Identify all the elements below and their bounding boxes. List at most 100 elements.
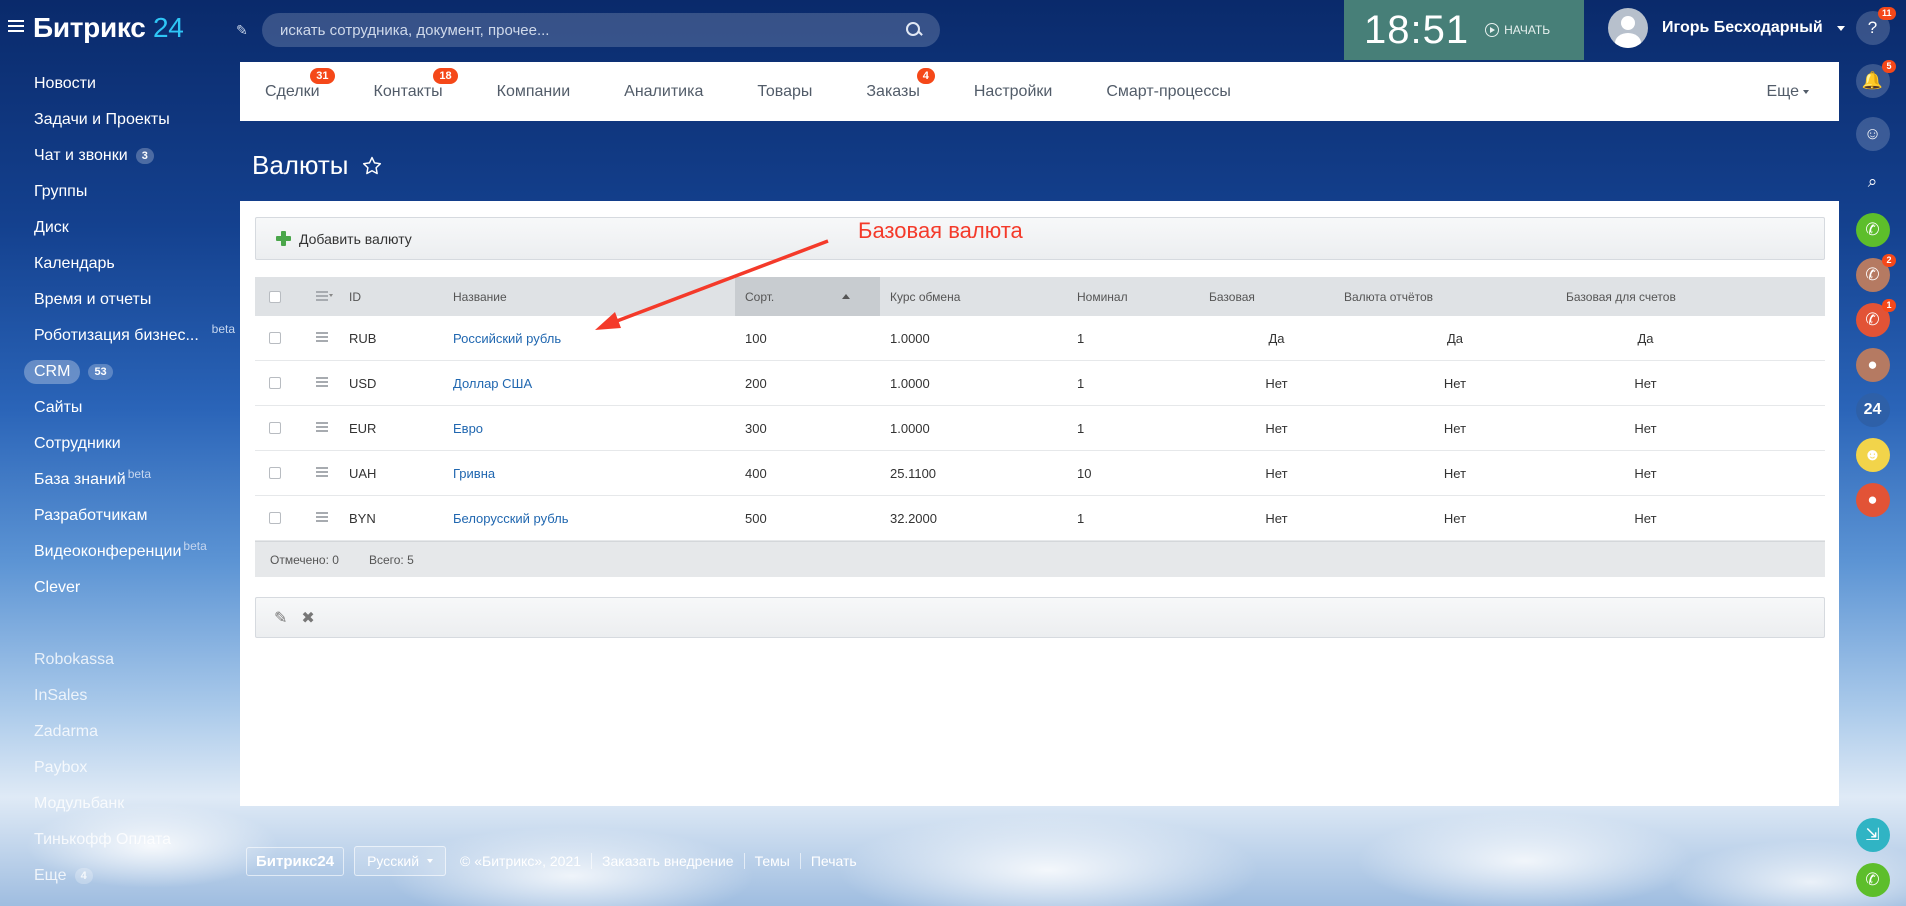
search-bar[interactable]	[262, 13, 940, 47]
col-header-nominal[interactable]: Номинал	[1067, 290, 1209, 304]
row-checkbox[interactable]	[269, 377, 281, 389]
menu-item-robotization[interactable]: Роботизация бизнес... beta	[0, 318, 240, 354]
call-contact-icon[interactable]: ✆ 2	[1855, 254, 1896, 292]
col-header-rate[interactable]: Курс обмена	[880, 290, 1067, 304]
order-link[interactable]: Заказать внедрение	[602, 853, 734, 869]
table-row[interactable]: BYN Белорусский рубль 500 32.2000 1 Нет …	[255, 496, 1825, 541]
missed-call-icon[interactable]: ✆ 1	[1855, 299, 1896, 337]
tab-settings[interactable]: Настройки	[947, 62, 1079, 121]
table-row[interactable]: EUR Евро 300 1.0000 1 Нет Нет Нет	[255, 406, 1825, 451]
tab-deals[interactable]: Сделки 31	[240, 62, 347, 121]
menu-toggle-icon[interactable]	[8, 20, 24, 33]
call-icon[interactable]: ✆	[1855, 863, 1890, 897]
search-icon[interactable]: ⌕	[1856, 165, 1890, 199]
user-avatar-icon[interactable]: ☻	[1855, 438, 1890, 472]
footer-logo[interactable]: Битрикс24	[246, 846, 345, 876]
col-header-id[interactable]: ID	[349, 290, 453, 304]
bitrix24-icon[interactable]: 24	[1855, 393, 1890, 427]
menu-item-time-reports[interactable]: Время и отчеты	[0, 282, 240, 318]
col-header-accounts[interactable]: Базовая для счетов	[1566, 290, 1825, 304]
menu-item-zadarma[interactable]: Zadarma	[0, 714, 240, 750]
currency-link[interactable]: Российский рубль	[453, 331, 561, 346]
table-row[interactable]: UAH Гривна 400 25.1100 10 Нет Нет Нет	[255, 451, 1825, 496]
menu-item-more[interactable]: Еще 4	[0, 858, 240, 894]
menu-item-calendar[interactable]: Календарь	[0, 246, 240, 282]
column-settings-icon[interactable]	[316, 290, 333, 303]
messenger-icon[interactable]: ☺	[1855, 117, 1890, 151]
user-name[interactable]: Игорь Бесходарный	[1662, 19, 1823, 37]
currency-link[interactable]: Доллар США	[453, 376, 532, 391]
row-checkbox[interactable]	[269, 512, 281, 524]
col-header-report[interactable]: Валюта отчётов	[1344, 290, 1566, 304]
menu-item-tasks[interactable]: Задачи и Проекты	[0, 102, 240, 138]
themes-link[interactable]: Темы	[755, 853, 790, 869]
counter-badge: 53	[88, 364, 113, 380]
add-currency-button[interactable]: Добавить валюту	[255, 217, 1825, 260]
menu-item-modulbank[interactable]: Модульбанк	[0, 786, 240, 822]
menu-item-developers[interactable]: Разработчикам	[0, 498, 240, 534]
currency-link[interactable]: Евро	[453, 421, 483, 436]
menu-item-groups[interactable]: Группы	[0, 174, 240, 210]
tab-smart-processes[interactable]: Смарт-процессы	[1079, 62, 1258, 121]
menu-item-employees[interactable]: Сотрудники	[0, 426, 240, 462]
table-row[interactable]: USD Доллар США 200 1.0000 1 Нет Нет Нет	[255, 361, 1825, 406]
tab-companies[interactable]: Компании	[470, 62, 598, 121]
search-input[interactable]	[280, 21, 906, 39]
tab-more[interactable]: Еще	[1739, 62, 1839, 121]
notifications-icon[interactable]: 🔔 5	[1855, 60, 1896, 98]
menu-item-crm[interactable]: CRM 53	[0, 354, 240, 390]
start-workday-button[interactable]: НАЧАТЬ	[1485, 23, 1550, 37]
avatar[interactable]	[1608, 8, 1648, 48]
star-icon[interactable]	[361, 155, 383, 177]
table-row[interactable]: RUB Российский рубль 100 1.0000 1 Да Да …	[255, 316, 1825, 361]
row-checkbox[interactable]	[269, 422, 281, 434]
row-actions-icon[interactable]	[316, 512, 328, 524]
menu-item-chat[interactable]: Чат и звонки 3	[0, 138, 240, 174]
menu-item-insales[interactable]: InSales	[0, 678, 240, 714]
help-icon[interactable]: ? 11	[1855, 7, 1896, 45]
row-actions-icon[interactable]	[316, 467, 328, 479]
selected-count: Отмечено: 0	[270, 552, 339, 567]
row-actions-icon[interactable]	[316, 422, 328, 434]
menu-item-disk[interactable]: Диск	[0, 210, 240, 246]
counter-badge: 4	[74, 868, 93, 884]
menu-item-tinkoff[interactable]: Тинькофф Оплата	[0, 822, 240, 858]
tab-products[interactable]: Товары	[730, 62, 839, 121]
menu-item-paybox[interactable]: Paybox	[0, 750, 240, 786]
row-actions-icon[interactable]	[316, 377, 328, 389]
phone-icon[interactable]: ✆	[1855, 213, 1890, 247]
counter-badge: 31	[310, 68, 335, 84]
tab-orders[interactable]: Заказы 4	[839, 62, 946, 121]
edit-menu-icon[interactable]: ✎	[236, 22, 248, 39]
contact-avatar-icon[interactable]: ●	[1855, 348, 1890, 382]
user-icon[interactable]: ●	[1855, 483, 1890, 517]
language-select[interactable]: Русский	[354, 846, 447, 876]
col-header-base[interactable]: Базовая	[1209, 290, 1344, 304]
tab-analytics[interactable]: Аналитика	[597, 62, 730, 121]
beta-label: beta	[183, 539, 207, 553]
user-menu[interactable]: Игорь Бесходарный	[1608, 8, 1845, 48]
tab-contacts[interactable]: Контакты 18	[347, 62, 470, 121]
edit-icon[interactable]: ✎	[274, 608, 287, 628]
select-all-checkbox[interactable]	[269, 290, 281, 303]
logo[interactable]: Битрикс 24	[33, 12, 184, 44]
annotation-arrow-icon	[595, 239, 829, 330]
menu-item-news[interactable]: Новости	[0, 66, 240, 102]
menu-item-knowledge[interactable]: База знаний beta	[0, 462, 240, 498]
row-checkbox[interactable]	[269, 467, 281, 479]
menu-item-clever[interactable]: Clever	[0, 570, 240, 606]
total-count: Всего: 5	[368, 552, 414, 567]
print-link[interactable]: Печать	[811, 853, 857, 869]
timeman-widget[interactable]: 18:51 НАЧАТЬ	[1344, 0, 1584, 60]
currency-link[interactable]: Гривна	[453, 466, 495, 481]
menu-item-sites[interactable]: Сайты	[0, 390, 240, 426]
delete-icon[interactable]: ✖	[301, 608, 314, 628]
footer: Битрикс24 Русский © «Битрикс», 2021 Зака…	[246, 846, 857, 876]
menu-item-videoconf[interactable]: Видеоконференции beta	[0, 534, 240, 570]
row-actions-icon[interactable]	[316, 332, 328, 344]
search-icon[interactable]	[906, 22, 922, 38]
exit-icon[interactable]: ⇲	[1855, 818, 1890, 852]
menu-item-robokassa[interactable]: Robokassa	[0, 642, 240, 678]
currency-link[interactable]: Белорусский рубль	[453, 511, 569, 526]
row-checkbox[interactable]	[269, 332, 281, 344]
